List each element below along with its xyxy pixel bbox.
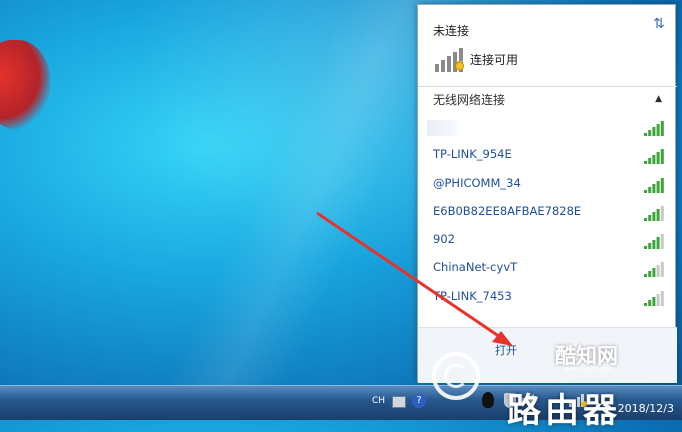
clock-date[interactable]: 2018/12/3: [618, 402, 674, 415]
annotation-arrow: [316, 211, 513, 346]
watermark-logo: [432, 352, 480, 400]
input-method-indicator[interactable]: CH: [372, 396, 385, 406]
watermark-title: 路由器: [507, 391, 621, 431]
qq-penguin-icon[interactable]: [482, 392, 494, 408]
keyboard-icon[interactable]: [392, 396, 406, 408]
help-icon[interactable]: ?: [412, 394, 426, 408]
watermark-url: www.coozhi.com: [563, 366, 614, 373]
